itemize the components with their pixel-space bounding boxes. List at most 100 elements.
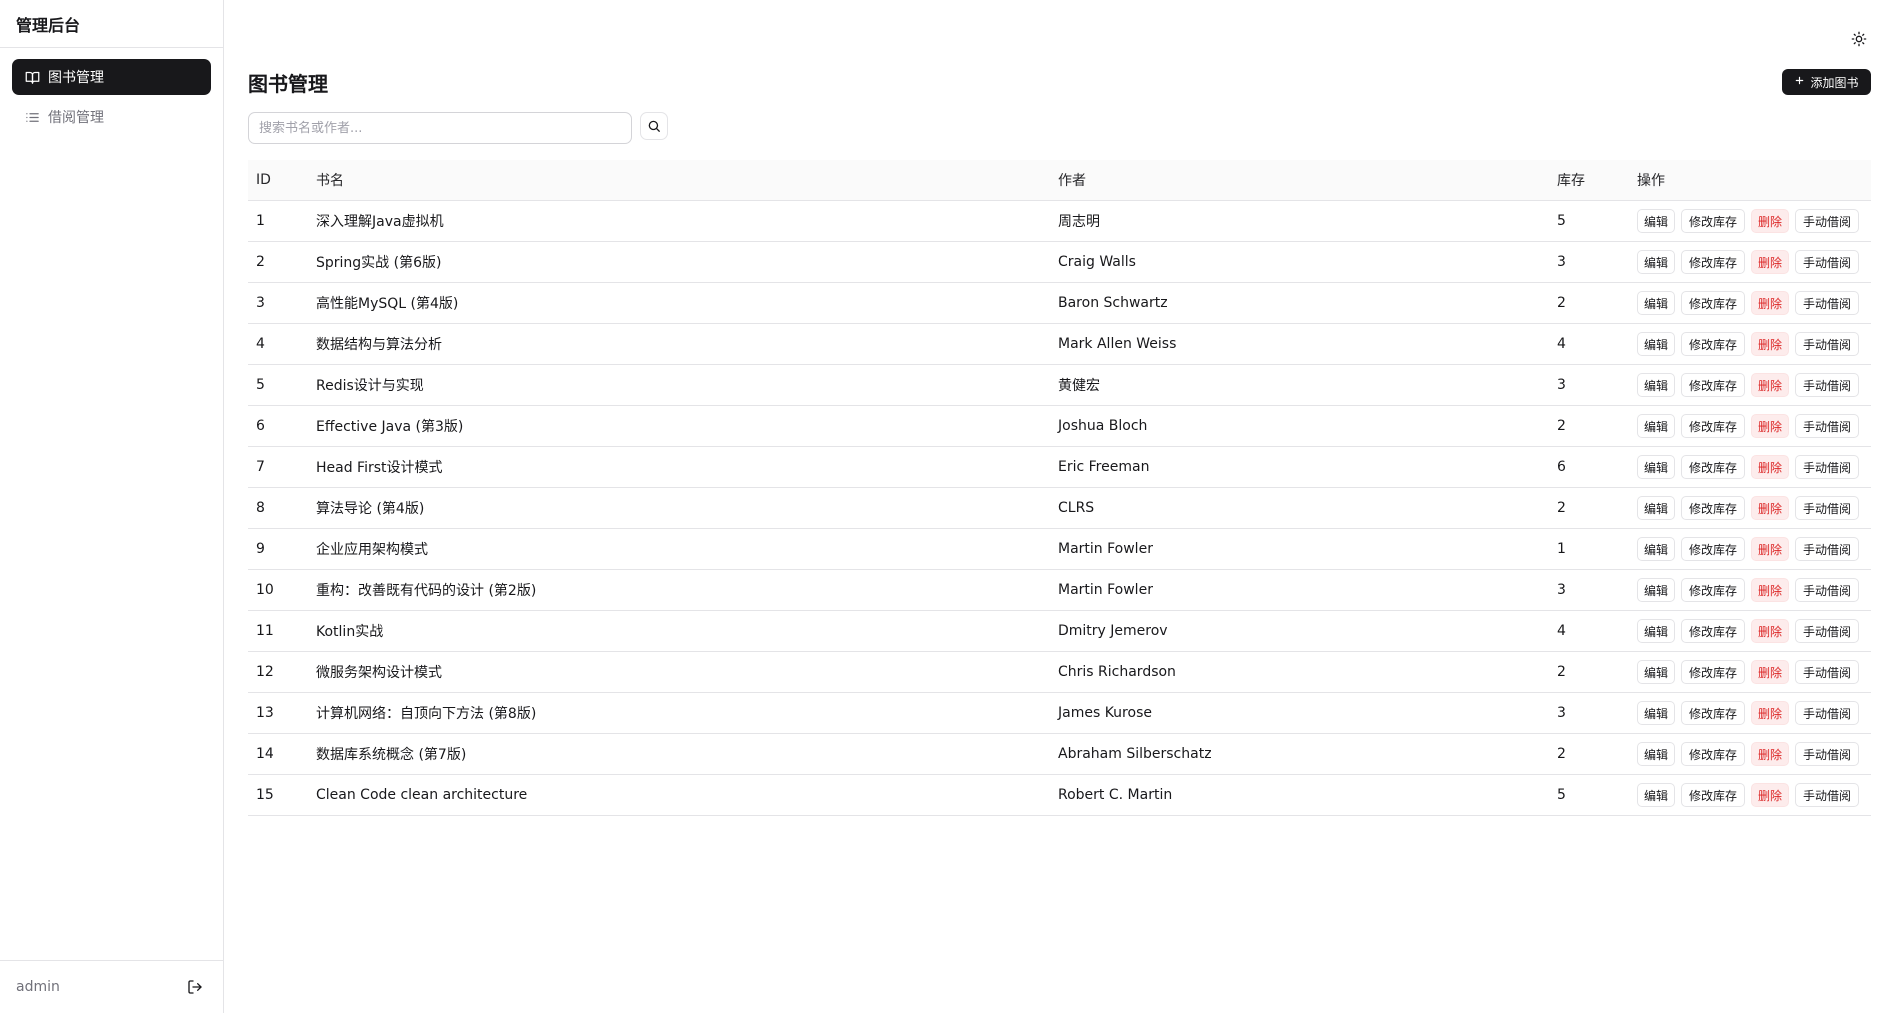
edit-button[interactable]: 编辑 (1637, 373, 1675, 397)
cell-id: 11 (256, 623, 274, 639)
edit-stock-button[interactable]: 修改库存 (1681, 455, 1745, 479)
edit-stock-button[interactable]: 修改库存 (1681, 660, 1745, 684)
delete-button[interactable]: 删除 (1751, 783, 1789, 807)
add-book-button[interactable]: 添加图书 (1782, 69, 1871, 95)
cell-actions: 编辑 修改库存 删除 手动借阅 (1629, 701, 1871, 725)
delete-button[interactable]: 删除 (1751, 332, 1789, 356)
table-row: 1 深入理解Java虚拟机 周志明 5 编辑 修改库存 删除 手动借阅 (248, 201, 1871, 242)
cell-actions: 编辑 修改库存 删除 手动借阅 (1629, 291, 1871, 315)
edit-button[interactable]: 编辑 (1637, 496, 1675, 520)
delete-button[interactable]: 删除 (1751, 291, 1789, 315)
edit-button[interactable]: 编辑 (1637, 578, 1675, 602)
cell-actions: 编辑 修改库存 删除 手动借阅 (1629, 783, 1871, 807)
sidebar-item-label: 图书管理 (48, 70, 104, 86)
edit-button[interactable]: 编辑 (1637, 455, 1675, 479)
delete-button[interactable]: 删除 (1751, 742, 1789, 766)
manual-borrow-button[interactable]: 手动借阅 (1795, 619, 1859, 643)
cell-title: Clean Code clean architecture (316, 787, 528, 803)
cell-stock: 2 (1557, 295, 1566, 311)
manual-borrow-button[interactable]: 手动借阅 (1795, 291, 1859, 315)
sidebar-header: 管理后台 (0, 0, 223, 48)
sun-icon[interactable] (1847, 27, 1871, 51)
delete-button[interactable]: 删除 (1751, 537, 1789, 561)
manual-borrow-button[interactable]: 手动借阅 (1795, 455, 1859, 479)
search-input[interactable] (248, 112, 632, 144)
table-row: 8 算法导论 (第4版) CLRS 2 编辑 修改库存 删除 手动借阅 (248, 488, 1871, 529)
cell-id: 8 (256, 500, 265, 516)
app-title: 管理后台 (16, 15, 81, 35)
edit-stock-button[interactable]: 修改库存 (1681, 250, 1745, 274)
delete-button[interactable]: 删除 (1751, 619, 1789, 643)
edit-stock-button[interactable]: 修改库存 (1681, 373, 1745, 397)
edit-stock-button[interactable]: 修改库存 (1681, 578, 1745, 602)
manual-borrow-button[interactable]: 手动借阅 (1795, 414, 1859, 438)
edit-button[interactable]: 编辑 (1637, 250, 1675, 274)
delete-button[interactable]: 删除 (1751, 250, 1789, 274)
manual-borrow-button[interactable]: 手动借阅 (1795, 701, 1859, 725)
cell-id: 5 (256, 377, 265, 393)
delete-button[interactable]: 删除 (1751, 578, 1789, 602)
cell-title: 微服务架构设计模式 (316, 665, 442, 681)
cell-id: 2 (256, 254, 265, 270)
manual-borrow-button[interactable]: 手动借阅 (1795, 578, 1859, 602)
manual-borrow-button[interactable]: 手动借阅 (1795, 783, 1859, 807)
edit-stock-button[interactable]: 修改库存 (1681, 496, 1745, 520)
edit-stock-button[interactable]: 修改库存 (1681, 537, 1745, 561)
edit-stock-button[interactable]: 修改库存 (1681, 783, 1745, 807)
edit-stock-button[interactable]: 修改库存 (1681, 291, 1745, 315)
delete-button[interactable]: 删除 (1751, 414, 1789, 438)
cell-stock: 2 (1557, 746, 1566, 762)
cell-stock: 3 (1557, 582, 1566, 598)
delete-button[interactable]: 删除 (1751, 209, 1789, 233)
edit-button[interactable]: 编辑 (1637, 660, 1675, 684)
header-actions: 操作 (1637, 173, 1665, 189)
manual-borrow-button[interactable]: 手动借阅 (1795, 250, 1859, 274)
cell-title: Redis设计与实现 (316, 378, 424, 394)
manual-borrow-button[interactable]: 手动借阅 (1795, 742, 1859, 766)
manual-borrow-button[interactable]: 手动借阅 (1795, 209, 1859, 233)
edit-button[interactable]: 编辑 (1637, 332, 1675, 356)
manual-borrow-button[interactable]: 手动借阅 (1795, 660, 1859, 684)
manual-borrow-button[interactable]: 手动借阅 (1795, 332, 1859, 356)
edit-stock-button[interactable]: 修改库存 (1681, 209, 1745, 233)
cell-id: 7 (256, 459, 265, 475)
edit-button[interactable]: 编辑 (1637, 783, 1675, 807)
delete-button[interactable]: 删除 (1751, 455, 1789, 479)
cell-stock: 4 (1557, 336, 1566, 352)
edit-button[interactable]: 编辑 (1637, 619, 1675, 643)
manual-borrow-button[interactable]: 手动借阅 (1795, 373, 1859, 397)
cell-stock: 3 (1557, 254, 1566, 270)
edit-stock-button[interactable]: 修改库存 (1681, 701, 1745, 725)
edit-stock-button[interactable]: 修改库存 (1681, 742, 1745, 766)
edit-stock-button[interactable]: 修改库存 (1681, 414, 1745, 438)
manual-borrow-button[interactable]: 手动借阅 (1795, 496, 1859, 520)
cell-title: Effective Java (第3版) (316, 419, 464, 435)
table-row: 4 数据结构与算法分析 Mark Allen Weiss 4 编辑 修改库存 删除 手动借阅 (248, 324, 1871, 365)
edit-button[interactable]: 编辑 (1637, 742, 1675, 766)
edit-stock-button[interactable]: 修改库存 (1681, 619, 1745, 643)
edit-button[interactable]: 编辑 (1637, 701, 1675, 725)
delete-button[interactable]: 删除 (1751, 701, 1789, 725)
edit-button[interactable]: 编辑 (1637, 414, 1675, 438)
sidebar-item-books[interactable]: 图书管理 (12, 59, 211, 95)
logout-icon[interactable] (183, 975, 207, 999)
header-title: 书名 (316, 173, 344, 189)
cell-title: Kotlin实战 (316, 624, 384, 640)
delete-button[interactable]: 删除 (1751, 660, 1789, 684)
edit-button[interactable]: 编辑 (1637, 209, 1675, 233)
cell-actions: 编辑 修改库存 删除 手动借阅 (1629, 414, 1871, 438)
cell-stock: 2 (1557, 418, 1566, 434)
cell-id: 10 (256, 582, 274, 598)
edit-button[interactable]: 编辑 (1637, 291, 1675, 315)
sidebar-item-borrows[interactable]: 借阅管理 (12, 99, 211, 135)
cell-author: Dmitry Jemerov (1058, 623, 1168, 639)
edit-button[interactable]: 编辑 (1637, 537, 1675, 561)
search-button[interactable] (640, 112, 668, 140)
edit-stock-button[interactable]: 修改库存 (1681, 332, 1745, 356)
delete-button[interactable]: 删除 (1751, 496, 1789, 520)
cell-author: Eric Freeman (1058, 459, 1150, 475)
table-row: 13 计算机网络：自顶向下方法 (第8版) James Kurose 3 编辑 修改库存删… (248, 693, 1871, 734)
cell-title: Spring实战 (第6版) (316, 255, 442, 271)
delete-button[interactable]: 删除 (1751, 373, 1789, 397)
manual-borrow-button[interactable]: 手动借阅 (1795, 537, 1859, 561)
